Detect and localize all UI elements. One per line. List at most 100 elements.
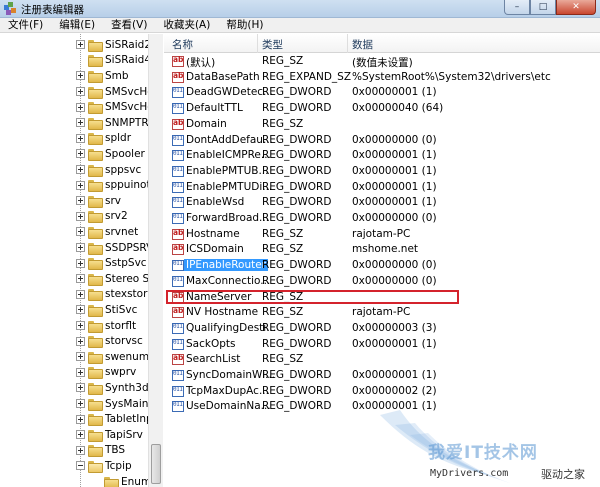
expand-icon[interactable] (76, 445, 85, 455)
value-name-text: EnablePMTUDi... (186, 180, 273, 193)
expand-icon[interactable] (76, 180, 85, 190)
value-row[interactable]: EnableWsd REG_DWORD 0x00000001 (1) (164, 195, 600, 211)
tree-item[interactable]: SysMain (76, 396, 148, 412)
expand-icon[interactable] (76, 305, 85, 315)
value-row[interactable]: SearchList REG_SZ (164, 352, 600, 368)
expand-icon[interactable] (76, 430, 85, 440)
value-row[interactable]: DeadGWDetec...REG_DWORD 0x00000001 (1) (164, 85, 600, 101)
collapse-icon[interactable] (76, 461, 85, 471)
expand-icon[interactable] (76, 71, 85, 81)
values-list-pane[interactable]: 名称 类型 数据 (默认)REG_SZ(数值未设置)DataBasePathRE… (164, 34, 600, 487)
tree-item[interactable]: TabletInpu (76, 411, 159, 427)
column-header-data[interactable]: 数据 (352, 37, 373, 52)
binary-value-icon (172, 370, 184, 381)
expand-icon[interactable] (76, 87, 85, 97)
tree-item[interactable]: srvnet (76, 224, 138, 240)
tree-item[interactable]: sppsvc (76, 162, 141, 178)
expand-icon[interactable] (76, 211, 85, 221)
tree-item[interactable]: storflt (76, 318, 136, 334)
column-header-name[interactable]: 名称 (172, 37, 193, 52)
expand-icon[interactable] (76, 258, 85, 268)
tree-item[interactable]: srv2 (76, 209, 128, 225)
tree-item[interactable]: SiSRaid2 (76, 37, 151, 53)
expand-icon[interactable] (76, 133, 85, 143)
tree-item[interactable]: TapiSrv (76, 427, 143, 443)
tree-item[interactable]: srv (76, 193, 121, 209)
menu-help[interactable]: 帮助(H) (218, 18, 271, 32)
maximize-button[interactable]: □ (530, 0, 556, 15)
value-row[interactable]: TcpMaxDupAc...REG_DWORD 0x00000002 (2) (164, 384, 600, 400)
tree-item[interactable]: TBS (76, 443, 125, 459)
value-row[interactable]: (默认) REG_SZ (数值未设置) (164, 54, 600, 70)
tree-subitem[interactable]: Enum (104, 474, 151, 487)
tree-item[interactable]: SMSvcHos (76, 84, 159, 100)
expand-icon[interactable] (76, 118, 85, 128)
tree-scrollbar-thumb[interactable] (151, 444, 161, 484)
expand-icon[interactable] (76, 336, 85, 346)
expand-icon[interactable] (76, 196, 85, 206)
value-row[interactable]: SackOpts REG_DWORD 0x00000001 (1) (164, 337, 600, 353)
expand-icon[interactable] (76, 289, 85, 299)
expand-icon[interactable] (76, 399, 85, 409)
column-header-type[interactable]: 类型 (262, 37, 283, 52)
menu-edit[interactable]: 编辑(E) (51, 18, 103, 32)
tree-item[interactable]: Spooler (76, 146, 145, 162)
value-row[interactable]: SyncDomainWi...REG_DWORD0x00000001 (1) (164, 368, 600, 384)
value-data: 0x00000001 (1) (352, 180, 437, 193)
key-tree-pane[interactable]: SiSRaid2 SiSRaid4 Smb SMSvcHos SMSvcHos SNMPT… (0, 34, 163, 487)
expand-icon[interactable] (76, 149, 85, 159)
tree-item[interactable]: storvsc (76, 333, 143, 349)
expand-icon[interactable] (76, 321, 85, 331)
tree-scrollbar[interactable] (148, 34, 163, 487)
tree-item[interactable]: SNMPTRA (76, 115, 155, 131)
column-separator[interactable] (347, 34, 348, 53)
expand-icon[interactable] (76, 165, 85, 175)
value-row[interactable]: Hostname REG_SZ rajotam-PC (164, 227, 600, 243)
tree-item[interactable]: SiSRaid4 (76, 53, 151, 69)
expand-icon[interactable] (76, 40, 85, 50)
menu-view[interactable]: 查看(V) (103, 18, 155, 32)
expand-icon[interactable] (76, 274, 85, 284)
tree-item-label: storvsc (105, 335, 143, 348)
value-row[interactable]: EnableICMPRe...REG_DWORD 0x00000001 (1) (164, 148, 600, 164)
value-row[interactable]: MaxConnectio...REG_DWORD 0x00000000 (0) (164, 274, 600, 290)
expand-icon[interactable] (76, 352, 85, 362)
value-row[interactable]: QualifyingDesti...REG_DWORD0x00000003 (3… (164, 321, 600, 337)
expand-icon[interactable] (76, 383, 85, 393)
value-row[interactable]: DataBasePathREG_EXPAND_SZ%SystemRoot%\Sy… (164, 70, 600, 86)
value-row[interactable]: DontAddDefau...REG_DWORD 0x00000000 (0) (164, 133, 600, 149)
expand-icon[interactable] (76, 243, 85, 253)
tree-item[interactable]: Stereo Se (76, 271, 156, 287)
expand-icon[interactable] (76, 102, 85, 112)
value-type: REG_DWORD (262, 133, 332, 146)
expand-icon[interactable] (76, 367, 85, 377)
value-row[interactable]: UseDomainNa...REG_DWORD 0x00000001 (1) (164, 399, 600, 415)
menu-file[interactable]: 文件(F) (0, 18, 51, 32)
minimize-button[interactable]: – (504, 0, 530, 15)
tree-item[interactable]: sppuinotif (76, 177, 157, 193)
value-row[interactable]: EnablePMTUB...REG_DWORD 0x00000001 (1) (164, 164, 600, 180)
expand-icon[interactable] (76, 414, 85, 424)
tree-item[interactable]: spldr (76, 131, 131, 147)
value-row[interactable]: Domain REG_SZ (164, 117, 600, 133)
menu-favorites[interactable]: 收藏夹(A) (155, 18, 218, 32)
tree-item[interactable]: Tcpip (76, 458, 132, 474)
value-row[interactable]: EnablePMTUDi...REG_DWORD 0x00000001 (1) (164, 180, 600, 196)
tree-item[interactable]: stexstor (76, 287, 147, 303)
value-row[interactable]: ForwardBroad...REG_DWORD 0x00000000 (0) (164, 211, 600, 227)
title-bar[interactable]: 注册表编辑器 – □ ✕ (0, 0, 600, 18)
tree-item[interactable]: swprv (76, 365, 136, 381)
tree-item[interactable]: StiSvc (76, 302, 137, 318)
tree-item[interactable]: Smb (76, 68, 129, 84)
tree-item[interactable]: swenum (76, 349, 149, 365)
value-row[interactable]: NV Hostname REG_SZ rajotam-PC (164, 305, 600, 321)
tree-item[interactable]: SstpSvc (76, 255, 147, 271)
tree-item[interactable]: SMSvcHos (76, 99, 159, 115)
close-button[interactable]: ✕ (556, 0, 596, 15)
value-row[interactable]: DefaultTTL REG_DWORD 0x00000040 (64) (164, 101, 600, 117)
expand-icon[interactable] (76, 227, 85, 237)
value-row[interactable]: IPEnableRouterREG_DWORD 0x00000000 (0) (164, 258, 600, 274)
tree-item[interactable]: SSDPSRV (76, 240, 153, 256)
value-row[interactable]: ICSDomain REG_SZ mshome.net (164, 242, 600, 258)
column-separator[interactable] (257, 34, 258, 53)
